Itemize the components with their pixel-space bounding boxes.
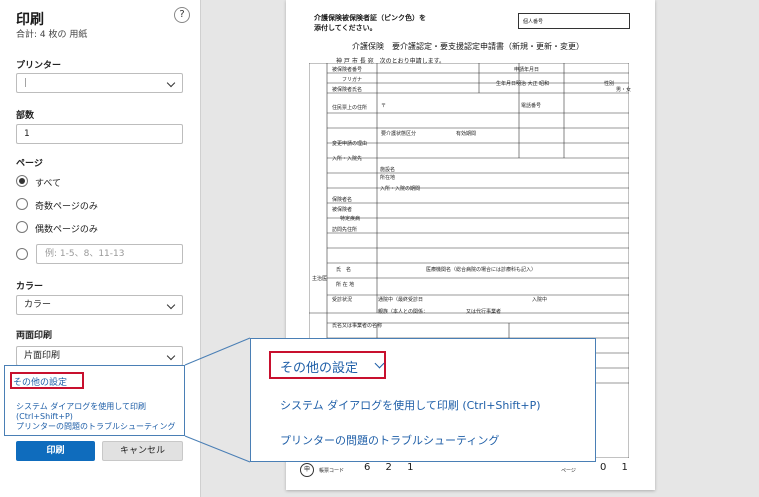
cell-era: 明治 大正 昭和 xyxy=(516,81,550,87)
cell-admitted: 入院中 xyxy=(532,297,548,303)
header-line-2: 添付してください。 xyxy=(314,24,377,32)
duplex-label: 両面印刷 xyxy=(16,331,53,341)
cell-address: 住民票上の住所 xyxy=(332,105,368,111)
option-even-pages: 偶数ページのみ xyxy=(35,225,98,235)
page-value: 0 1 xyxy=(600,462,634,473)
color-label: カラー xyxy=(16,282,44,292)
radio-odd-pages[interactable] xyxy=(16,198,28,210)
system-dialog-link[interactable]: システム ダイアログを使用して印刷 (Ctrl+Shift+P) xyxy=(16,401,184,421)
option-odd-pages: 奇数ページのみ xyxy=(35,202,98,212)
more-settings-region: その他の設定 システム ダイアログを使用して印刷 (Ctrl+Shift+P) … xyxy=(4,365,185,436)
printer-value: | xyxy=(24,78,28,88)
duplex-select[interactable]: 片面印刷 xyxy=(16,346,183,366)
cell-consult: 受診状況 xyxy=(332,297,353,303)
cell-valid: 有効期間 xyxy=(456,131,477,137)
receipt-label: 個人番号 xyxy=(523,19,544,25)
sheet-count: 合計: 4 枚の 用紙 xyxy=(16,30,88,40)
cell-change: 変更申請の理由 xyxy=(332,141,368,147)
print-button[interactable]: 印刷 xyxy=(16,441,95,461)
custom-pages-input[interactable]: 例: 1-5、8、11-13 xyxy=(36,244,183,264)
cell-insurer: 保険者名 xyxy=(332,197,353,203)
duplex-value: 片面印刷 xyxy=(24,351,61,361)
cell-medical: 医療機関名（総合病院の場合には診療科も記入） xyxy=(426,267,537,273)
code-label: 帳票コード xyxy=(319,468,345,474)
pages-label: ページ xyxy=(16,159,43,169)
cell-birth: 生年月日 xyxy=(496,81,517,87)
copies-input[interactable]: 1 xyxy=(16,124,183,144)
copies-label: 部数 xyxy=(16,111,35,121)
cell-name: 被保険者氏名 xyxy=(332,87,363,93)
radio-custom-pages[interactable] xyxy=(16,248,28,260)
chevron-down-icon xyxy=(166,351,176,361)
radio-even-pages[interactable] xyxy=(16,221,28,233)
cancel-button[interactable]: キャンセル xyxy=(102,441,183,461)
cell-level: 要介護状態区分 xyxy=(381,131,417,137)
more-settings-link[interactable]: その他の設定 xyxy=(13,375,67,388)
cell-sex-values: 男・女 xyxy=(616,87,632,93)
header-line-1: 介護保険被保険者証（ピンク色）を xyxy=(314,14,426,22)
color-value: カラー xyxy=(24,300,52,310)
printer-select[interactable]: | xyxy=(16,73,183,93)
cell-furigana: フリガナ xyxy=(342,77,363,83)
cell-phone: 電話番号 xyxy=(521,103,542,109)
print-panel: 印刷 合計: 4 枚の 用紙 ? プリンター | 部数 1 ページ すべて 奇数… xyxy=(0,0,201,497)
cell-facility: 施設名 xyxy=(380,167,396,173)
zoom-callout: その他の設定 システム ダイアログを使用して印刷 (Ctrl+Shift+P) … xyxy=(250,338,596,462)
stamp-mark: 申 xyxy=(300,463,314,477)
cell-sex: 性別 xyxy=(604,81,615,87)
cell-name-short: 氏 名 xyxy=(336,267,352,273)
cell-postal: 〒 xyxy=(381,103,387,109)
chevron-down-icon xyxy=(166,78,176,88)
page-label: ページ xyxy=(561,468,576,474)
color-select[interactable]: カラー xyxy=(16,295,183,315)
troubleshoot-link-zoomed[interactable]: プリンターの問題のトラブルシューティング xyxy=(280,432,499,448)
cell-consult-value: 通院中（最終受診日 xyxy=(378,297,424,303)
cell-proxy: 又は代行事業者 xyxy=(466,309,502,315)
cell-insured: 被保険者 xyxy=(332,207,353,213)
more-settings-link-zoomed[interactable]: その他の設定 xyxy=(280,357,358,376)
cell-visit: 訪問先住所 xyxy=(332,227,358,233)
cell-agent: 氏名又は事業者の名称 xyxy=(332,323,383,329)
help-icon[interactable]: ? xyxy=(174,7,190,23)
document-header: 介護保険被保険者証（ピンク色）を 添付してください。 xyxy=(314,13,426,33)
cell-insured-no: 被保険者番号 xyxy=(332,67,363,73)
cell-date-label: 申請年月日 xyxy=(514,67,540,73)
code-value: 6 2 1 xyxy=(364,462,420,473)
printer-label: プリンター xyxy=(16,61,62,71)
system-dialog-link-zoomed[interactable]: システム ダイアログを使用して印刷 (Ctrl+Shift+P) xyxy=(280,397,541,413)
cell-relation: 親族（本人との関係： xyxy=(378,309,428,315)
troubleshoot-link[interactable]: プリンターの問題のトラブルシューティング xyxy=(16,421,176,432)
radio-all-pages[interactable] xyxy=(16,175,28,187)
cell-location: 所在地 xyxy=(380,175,396,181)
dialog-title: 印刷 xyxy=(16,12,44,28)
cell-admission: 入所・入院先 xyxy=(332,156,363,162)
cell-doctor: 主治医 xyxy=(312,276,328,282)
cell-disease: 特定疾病 xyxy=(340,216,361,222)
cell-period: 入所・入院の期間 xyxy=(380,186,421,192)
cell-clinic-addr: 所 在 地 xyxy=(336,282,355,288)
form-title: 介護保険 要介護認定・要支援認定申請書（新規・更新・変更） xyxy=(352,42,584,51)
receipt-box: 個人番号 xyxy=(518,13,630,29)
option-all-pages: すべて xyxy=(35,179,62,189)
chevron-down-icon xyxy=(166,300,176,310)
